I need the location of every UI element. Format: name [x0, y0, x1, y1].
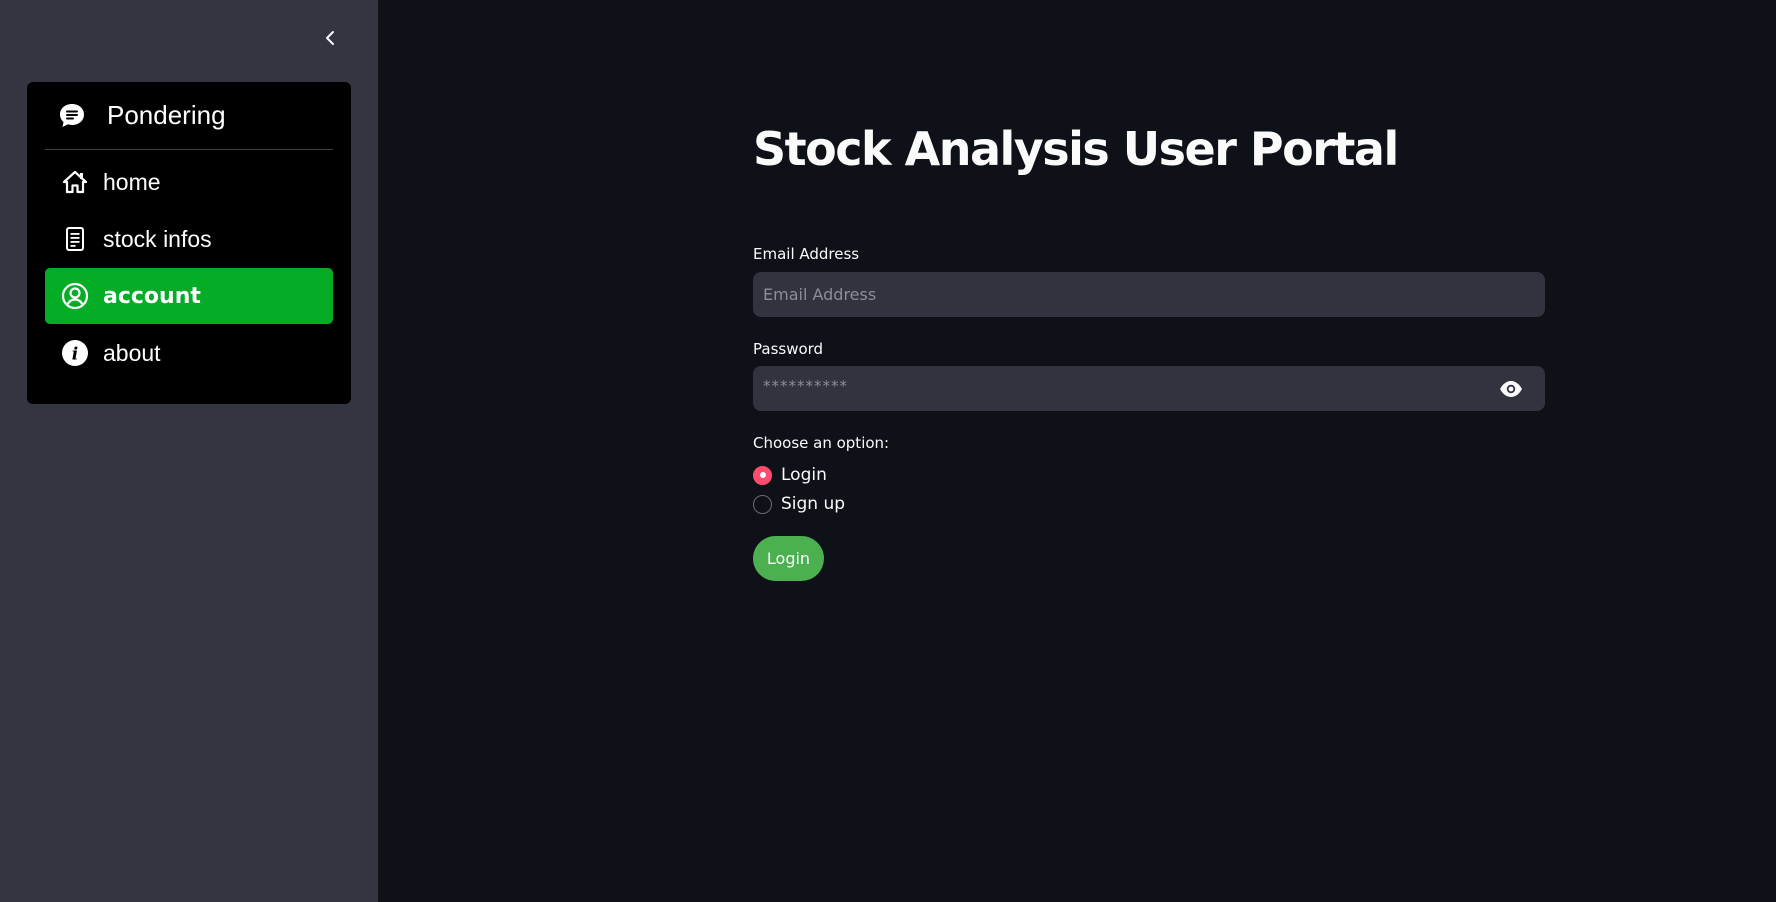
radio-label: Login [781, 465, 827, 485]
page-title: Stock Analysis User Portal [753, 122, 1399, 176]
person-circle-icon [61, 282, 89, 310]
menu-item-label: home [103, 168, 161, 195]
main-content: Stock Analysis User Portal Email Address… [378, 0, 1776, 902]
password-field[interactable]: ********** [753, 366, 1545, 411]
collapse-sidebar-button[interactable] [318, 24, 342, 52]
radio-option-login[interactable]: Login [753, 465, 827, 485]
chevron-left-icon [326, 31, 334, 45]
radio-button[interactable] [753, 494, 772, 514]
password-label: Password [753, 340, 824, 358]
menu-item-account[interactable]: account [45, 268, 333, 324]
radio-option-sign-up[interactable]: Sign up [753, 494, 845, 514]
menu-title: Pondering [107, 100, 226, 130]
menu-item-home[interactable]: home [45, 154, 333, 210]
email-input[interactable] [753, 272, 1545, 317]
chat-bubble-icon [60, 103, 84, 127]
menu-item-label: stock infos [103, 225, 212, 252]
svg-text:i: i [72, 345, 78, 365]
menu-item-stock-infos[interactable]: stock infos [45, 211, 333, 267]
document-icon [61, 225, 89, 253]
radio-label: Sign up [781, 494, 846, 514]
menu-header: Pondering [45, 82, 333, 150]
show-password-button[interactable] [1499, 378, 1523, 400]
menu-item-label: account [103, 283, 201, 309]
password-placeholder: ********** [763, 377, 848, 395]
house-icon [61, 168, 89, 196]
login-button[interactable]: Login [753, 536, 824, 581]
option-label: Choose an option: [753, 434, 890, 452]
menu-item-label: about [103, 339, 161, 366]
info-circle-icon: i [61, 339, 89, 367]
navigation-menu: Pondering home stock infos account i abo… [27, 82, 351, 404]
menu-item-about[interactable]: i about [45, 325, 333, 381]
radio-button-checked[interactable] [753, 465, 772, 485]
eye-icon [1500, 381, 1522, 397]
email-label: Email Address [753, 245, 860, 263]
sidebar: Pondering home stock infos account i abo… [0, 0, 378, 902]
